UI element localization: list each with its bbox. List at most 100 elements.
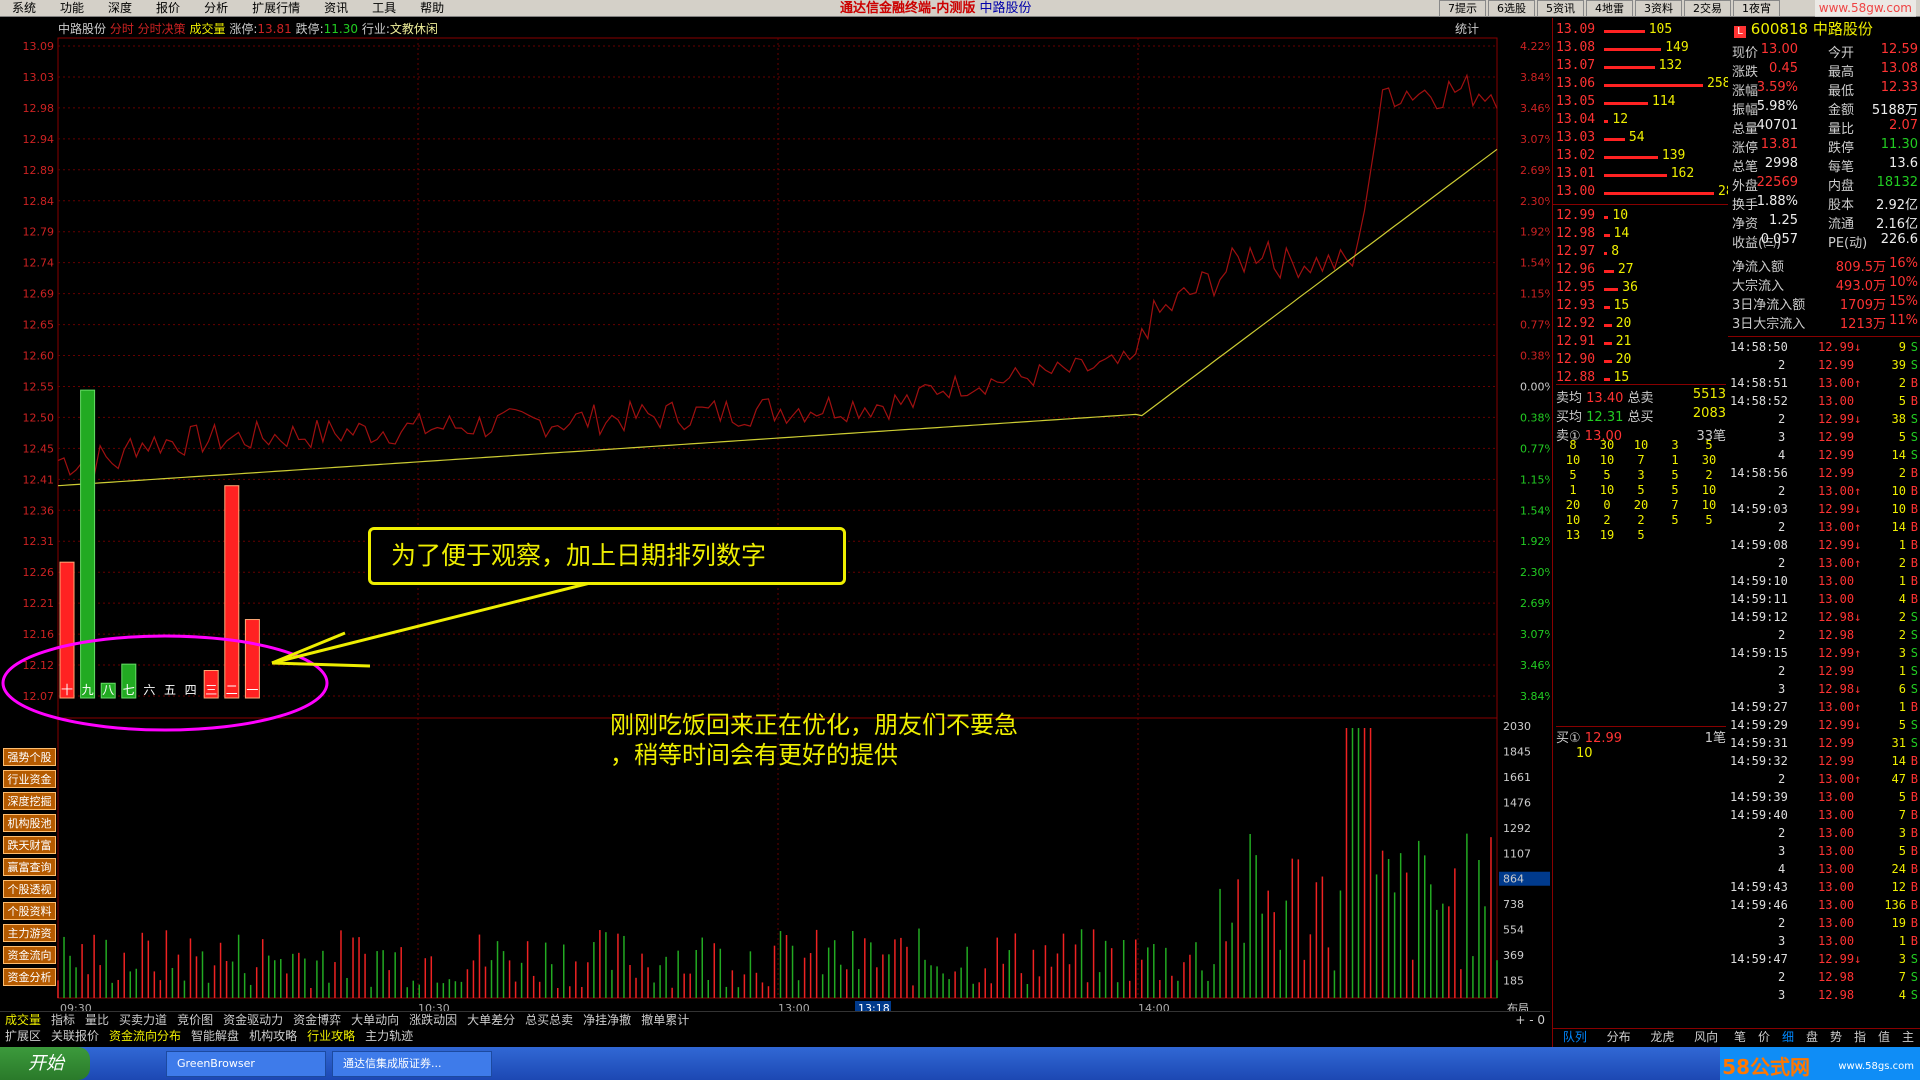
quote-tab[interactable]: 值 [1872,1029,1896,1046]
indicator-tab[interactable]: 资金驱动力 [218,1012,288,1028]
panel-tab[interactable]: 分布 [1597,1029,1641,1046]
menu-item[interactable]: 资讯 [312,0,360,17]
top-button[interactable]: 6选股 [1488,0,1535,17]
indicator-tab[interactable]: 大单差分 [462,1012,520,1028]
panel-tab[interactable]: 风向 [1684,1029,1728,1046]
menu-item[interactable]: 帮助 [408,0,456,17]
indicator-tab[interactable]: 成交量 [0,1012,46,1028]
tick-side: B [1910,826,1918,840]
panel-tab[interactable]: 队列 [1553,1029,1597,1046]
menu-item[interactable]: 功能 [48,0,96,17]
level-bar [1604,156,1658,159]
level-price: 12.98 [1556,226,1596,241]
side-button[interactable]: 个股透视 [3,880,56,898]
quote-value: 0.057 [1760,232,1798,247]
indicator-tab[interactable]: 撤单累计 [636,1012,694,1028]
top-button[interactable]: 5资讯 [1537,0,1584,17]
tick-time: 2 [1778,412,1786,426]
menu-item[interactable]: 扩展行情 [240,0,312,17]
quote-tab[interactable]: 主 [1896,1029,1920,1046]
side-button[interactable]: 资金分析 [3,968,56,986]
quote-tab[interactable]: 笔 [1728,1029,1752,1046]
extension-tab[interactable]: 扩展区 [0,1028,46,1045]
side-button[interactable]: 赢富查询 [3,858,56,876]
quote-label: 现价 [1732,46,1759,61]
tick-side: B [1910,772,1918,786]
indicator-tab[interactable]: 指标 [46,1012,80,1028]
quote-tab[interactable]: 盘 [1800,1029,1824,1046]
extension-tab[interactable]: 智能解盘 [186,1028,244,1045]
level-price: 12.90 [1556,352,1596,367]
day-number: 十 [61,683,73,697]
menu-item[interactable]: 工具 [360,0,408,17]
price-tick: 12.36 [23,504,55,517]
quote-tab[interactable]: 价 [1752,1029,1776,1046]
tick-price: 13.00↑ [1818,772,1862,786]
indicator-tab[interactable]: 大单动向 [346,1012,404,1028]
quote-tab[interactable]: 指 [1848,1029,1872,1046]
app-title: 通达信金融终端-内测版 中路股份 [840,1,1032,16]
extension-tab[interactable]: 主力轨迹 [360,1028,418,1045]
side-button[interactable]: 机构股池 [3,814,56,832]
menu-item[interactable]: 报价 [144,0,192,17]
quote-tabs: 笔价细盘势指值主 [1728,1028,1920,1046]
level-bar [1604,360,1612,363]
menu-item[interactable]: 系统 [0,0,48,17]
level-price: 13.08 [1556,40,1596,55]
quote-header: L 600818 中路股份 [1728,18,1920,38]
taskbar: 开始 GreenBrowser 通达信集成版证券... 58公式网 www.58… [0,1047,1920,1080]
quote-value: 0.45 [1769,61,1798,76]
pct-tick: 2.69% [1520,164,1550,177]
extension-tab[interactable]: 行业攻略 [302,1028,360,1045]
panel-tab[interactable]: 龙虎 [1641,1029,1685,1046]
top-button[interactable]: 7提示 [1439,0,1486,17]
quote-tab[interactable]: 细 [1776,1029,1800,1046]
level-volume: 258 [1707,76,1731,91]
indicator-tab[interactable]: 量比 [80,1012,114,1028]
top-button[interactable]: 4地雷 [1586,0,1633,17]
extension-tab[interactable]: 关联报价 [46,1028,104,1045]
top-button[interactable]: 1夜宵 [1733,0,1780,17]
side-button[interactable]: 行业资金 [3,770,56,788]
side-button[interactable]: 跌天财富 [3,836,56,854]
quote-value: 40701 [1756,118,1798,133]
level-volume: 105 [1648,22,1673,37]
tick-time: 14:59:11 [1730,592,1788,606]
indicator-tab[interactable]: 涨跌动因 [404,1012,462,1028]
indicator-tab[interactable]: 买卖力道 [114,1012,172,1028]
side-button[interactable]: 深度挖掘 [3,792,56,810]
pct-tick: 3.84% [1520,690,1550,703]
tick-volume: 1 [1898,538,1906,552]
quote-tab[interactable]: 势 [1824,1029,1848,1046]
side-button[interactable]: 个股资料 [3,902,56,920]
tick-volume: 3 [1898,646,1906,660]
task-tdx[interactable]: 通达信集成版证券... [332,1050,492,1077]
total-buy: 2083 [1692,406,1726,421]
intraday-chart[interactable]: 13.09 4.22% 13.03 3.84% 12.98 3.46% 12.94 3.07%… [0,18,1550,1018]
quote-value: 226.6 [1880,232,1918,247]
indicator-tab[interactable]: 资金博弈 [288,1012,346,1028]
start-button[interactable]: 开始 [0,1047,90,1080]
extension-tab[interactable]: 机构攻略 [244,1028,302,1045]
buy-level: 12.97 8 [1556,244,1619,262]
indicator-tab[interactable]: 净挂净撤 [578,1012,636,1028]
tick-time: 2 [1778,664,1786,678]
zoom-controls[interactable]: + - 0 [1510,1012,1550,1028]
level-price: 13.04 [1556,112,1596,127]
indicator-tab[interactable]: 竞价图 [172,1012,218,1028]
top-button[interactable]: 2交易 [1684,0,1731,17]
level-price: 13.00 [1556,184,1596,199]
menu-item[interactable]: 分析 [192,0,240,17]
task-greenbrowser[interactable]: GreenBrowser [166,1050,326,1077]
menu-item[interactable]: 深度 [96,0,144,17]
queue-cell: 30 [1599,438,1615,452]
tick-price: 13.00 [1818,862,1855,876]
side-button[interactable]: 资金流向 [3,946,56,964]
top-button[interactable]: 3资料 [1635,0,1682,17]
extension-tab[interactable]: 资金流向分布 [104,1028,186,1045]
side-button[interactable]: 强势个股 [3,748,56,766]
level-volume: 162 [1670,166,1695,181]
stat-button[interactable]: 统计 [1455,20,1479,37]
side-button[interactable]: 主力游资 [3,924,56,942]
indicator-tab[interactable]: 总买总卖 [520,1012,578,1028]
